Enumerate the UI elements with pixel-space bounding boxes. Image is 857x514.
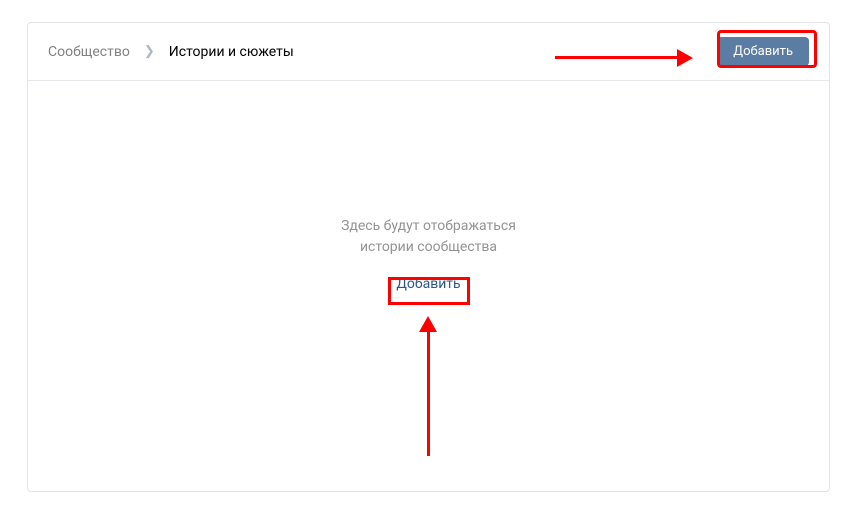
panel-content: Здесь будут отображаться истории сообщес… <box>28 81 829 491</box>
panel-header: Сообщество ❯ Истории и сюжеты Добавить <box>28 23 829 81</box>
stories-panel: Сообщество ❯ Истории и сюжеты Добавить З… <box>27 22 830 492</box>
chevron-right-icon: ❯ <box>144 44 155 59</box>
breadcrumb-parent-link[interactable]: Сообщество <box>48 44 130 60</box>
add-link[interactable]: Добавить <box>390 272 466 296</box>
empty-state: Здесь будут отображаться истории сообщес… <box>341 216 516 296</box>
empty-line-1: Здесь будут отображаться <box>341 218 516 234</box>
breadcrumb-current: Истории и сюжеты <box>169 44 294 60</box>
add-button[interactable]: Добавить <box>717 37 809 66</box>
empty-line-2: истории сообщества <box>360 239 497 255</box>
breadcrumb: Сообщество ❯ Истории и сюжеты <box>48 44 294 60</box>
empty-state-text: Здесь будут отображаться истории сообщес… <box>341 216 516 258</box>
